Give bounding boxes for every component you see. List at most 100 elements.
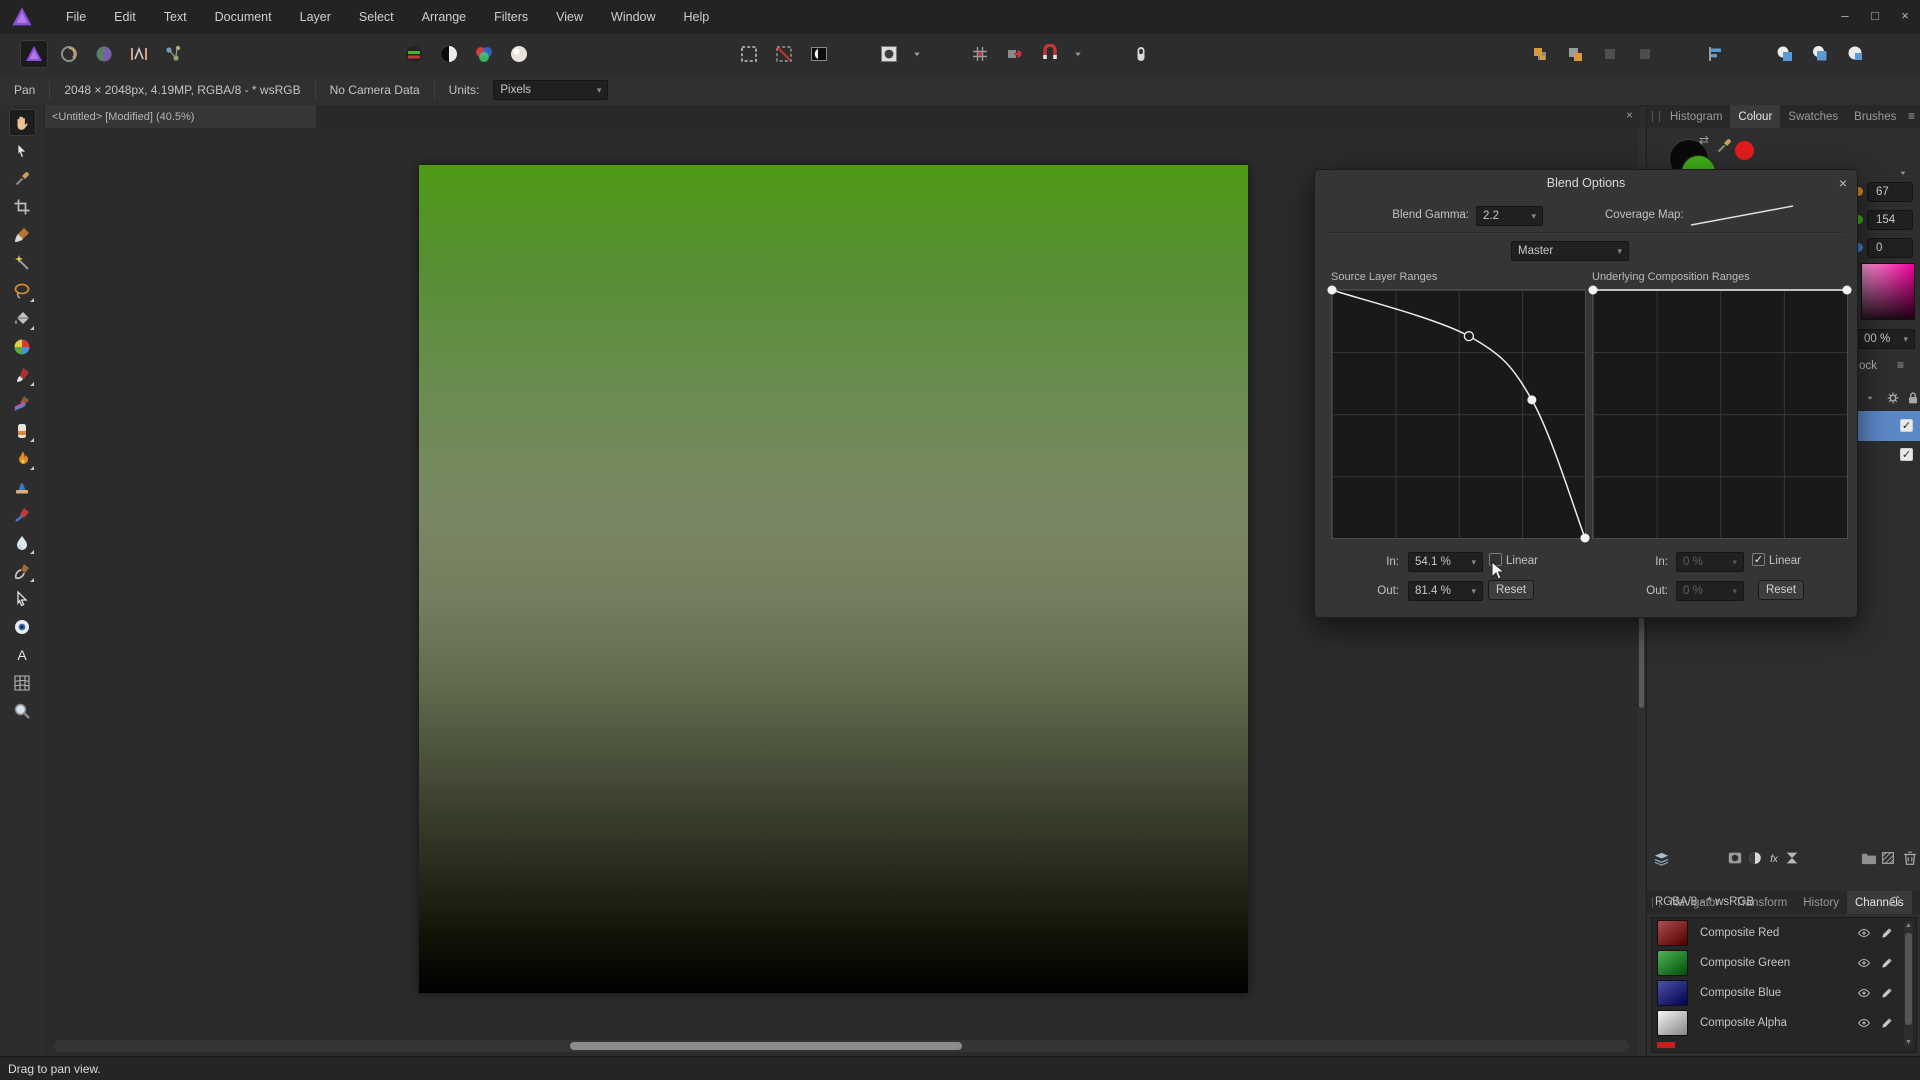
menu-item[interactable]: Document	[201, 0, 286, 34]
colour-mode-dropdown-arrow[interactable]	[1896, 167, 1910, 179]
auto-white-balance-icon[interactable]	[505, 40, 533, 68]
layers-panel-menu-icon[interactable]: ≡	[1897, 358, 1904, 372]
burn-brush-tool[interactable]	[9, 445, 36, 472]
selected-layer-row-fragment[interactable]	[1858, 411, 1920, 441]
document-tab[interactable]: <Untitled> [Modified] (40.5%)	[44, 105, 316, 128]
blue-value-field[interactable]: 0	[1867, 238, 1913, 258]
flood-fill-tool[interactable]	[9, 305, 36, 332]
source-in-dropdown[interactable]: 54.1 %	[1408, 552, 1483, 572]
develop-persona-icon[interactable]	[90, 40, 118, 68]
underlying-ranges-curve[interactable]	[1593, 290, 1847, 538]
channel-row[interactable]: Composite Alpha	[1652, 1008, 1916, 1038]
snapping-magnet-icon[interactable]	[1036, 40, 1064, 68]
underlying-out-dropdown[interactable]: 0 %	[1676, 581, 1744, 601]
liquify-persona-icon[interactable]	[55, 40, 83, 68]
red-value-field[interactable]: 67	[1867, 182, 1913, 202]
scroll-down-icon[interactable]: ▼	[1904, 1039, 1913, 1046]
auto-contrast-icon[interactable]	[435, 40, 463, 68]
export-persona-icon[interactable]	[160, 40, 188, 68]
channel-editable-icon[interactable]	[1880, 956, 1894, 970]
horizontal-scrollbar-thumb[interactable]	[570, 1042, 962, 1050]
auto-colour-icon[interactable]	[470, 40, 498, 68]
crop-tool[interactable]	[9, 193, 36, 220]
coverage-map-thumbnail[interactable]	[1689, 202, 1795, 228]
menu-item[interactable]: Filters	[480, 0, 542, 34]
underlying-ranges-graph[interactable]	[1592, 289, 1848, 539]
colour-picker-icon[interactable]	[1715, 137, 1733, 155]
snapping-grid-icon[interactable]	[966, 40, 994, 68]
units-dropdown[interactable]: Pixels	[493, 80, 608, 100]
stock-tab-fragment[interactable]: ock	[1859, 360, 1877, 372]
snapping-off-icon[interactable]	[770, 40, 798, 68]
group-layers-icon[interactable]	[1860, 850, 1877, 867]
colour-box-fragment[interactable]	[1861, 263, 1915, 320]
panel-tab[interactable]: History	[1795, 891, 1847, 914]
quick-mask-dropdown[interactable]	[910, 40, 924, 68]
flood-select-tool[interactable]	[9, 249, 36, 276]
move-to-back-icon[interactable]	[1561, 40, 1589, 68]
erase-brush-tool[interactable]	[9, 417, 36, 444]
menu-item[interactable]: Help	[670, 0, 724, 34]
menu-item[interactable]: Arrange	[408, 0, 480, 34]
panel-menu-icon[interactable]: ≡	[1908, 109, 1915, 123]
zoom-tool[interactable]	[9, 697, 36, 724]
panel-tab[interactable]: Colour	[1730, 105, 1780, 128]
colour-replacement-brush-tool[interactable]	[9, 389, 36, 416]
panel-tab[interactable]: Histogram	[1662, 105, 1730, 128]
red-eye-tool[interactable]	[9, 613, 36, 640]
back-one-icon[interactable]	[1631, 40, 1659, 68]
tone-mapping-persona-icon[interactable]	[125, 40, 153, 68]
menu-item[interactable]: Select	[345, 0, 408, 34]
underlying-in-dropdown[interactable]: 0 %	[1676, 552, 1744, 572]
channel-editable-icon[interactable]	[1880, 926, 1894, 940]
green-value-field[interactable]: 154	[1867, 210, 1913, 230]
quick-mask-icon[interactable]	[875, 40, 903, 68]
channel-row[interactable]: Composite Red	[1652, 918, 1916, 948]
channel-visible-icon[interactable]	[1857, 956, 1871, 970]
menu-item[interactable]: Text	[150, 0, 201, 34]
channel-visible-icon[interactable]	[1857, 986, 1871, 1000]
channels-scrollbar[interactable]: ▲ ▼	[1904, 921, 1913, 1047]
menu-item[interactable]: Layer	[286, 0, 345, 34]
channel-visible-icon[interactable]	[1857, 1016, 1871, 1030]
menu-item[interactable]: Edit	[100, 0, 150, 34]
colour-picker-tool[interactable]	[9, 165, 36, 192]
move-to-front-icon[interactable]	[1526, 40, 1554, 68]
layer-select-dropdown[interactable]: Master	[1511, 241, 1629, 261]
blend-mode-dropdown-arrow[interactable]	[1863, 392, 1877, 404]
source-ranges-graph[interactable]	[1331, 289, 1586, 539]
maximize-button[interactable]: □	[1860, 0, 1890, 30]
blend-gamma-dropdown[interactable]: 2.2	[1476, 206, 1543, 226]
live-filter-icon[interactable]	[1784, 850, 1800, 866]
geometry-subtract-icon[interactable]	[1806, 40, 1834, 68]
channel-editable-icon[interactable]	[1880, 1016, 1894, 1030]
paint-brush-tool[interactable]	[9, 361, 36, 388]
horizontal-scrollbar[interactable]	[54, 1040, 1629, 1052]
marquee-toggle-icon[interactable]	[735, 40, 763, 68]
opacity-dropdown-fragment[interactable]: 00 %	[1857, 329, 1915, 349]
channel-editable-icon[interactable]	[1880, 986, 1894, 1000]
add-mask-icon[interactable]	[1727, 850, 1743, 866]
lasso-tool[interactable]	[9, 277, 36, 304]
menu-item[interactable]: File	[52, 0, 100, 34]
source-out-dropdown[interactable]: 81.4 %	[1408, 581, 1483, 601]
source-reset-button[interactable]: Reset	[1488, 580, 1534, 600]
mask-view-icon[interactable]	[805, 40, 833, 68]
layers-stack-icon[interactable]	[1653, 850, 1670, 867]
layer-visibility-checkbox[interactable]	[1900, 419, 1913, 432]
clone-brush-tool[interactable]	[9, 473, 36, 500]
blur-brush-tool[interactable]	[9, 529, 36, 556]
new-pattern-layer-icon[interactable]	[1880, 850, 1896, 866]
alignment-icon[interactable]	[1701, 40, 1729, 68]
menu-item[interactable]: View	[542, 0, 597, 34]
photo-persona-icon[interactable]	[20, 40, 48, 68]
layer-effects-icon[interactable]	[1766, 850, 1782, 866]
panel-tab[interactable]: Swatches	[1780, 105, 1846, 128]
mesh-warp-tool[interactable]	[9, 669, 36, 696]
channel-row[interactable]: Composite Blue	[1652, 978, 1916, 1008]
geometry-intersect-icon[interactable]	[1841, 40, 1869, 68]
auto-levels-icon[interactable]	[400, 40, 428, 68]
document-canvas[interactable]	[419, 165, 1248, 993]
swap-colours-icon[interactable]: ⇄	[1699, 133, 1709, 147]
gradient-tool[interactable]	[9, 333, 36, 360]
